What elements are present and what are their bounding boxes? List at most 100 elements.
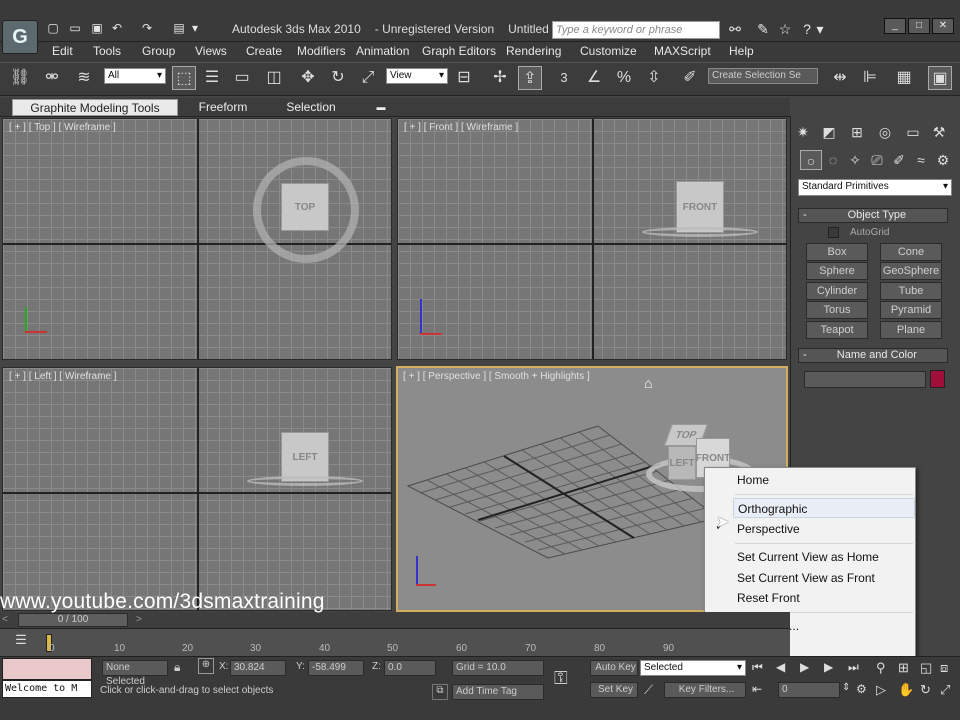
plane-button[interactable]: Plane [880, 321, 942, 339]
window-crossing-icon[interactable]: ◫ [262, 66, 286, 90]
menu-create[interactable]: Create [246, 44, 282, 58]
viewport-left[interactable]: [ + ] [ Left ] [ Wireframe ] LEFT [2, 367, 392, 611]
undo-icon[interactable]: ↶ [108, 20, 126, 36]
sphere-button[interactable]: Sphere [806, 262, 868, 280]
menu-graph-editors[interactable]: Graph Editors [422, 44, 496, 58]
menu-item-home[interactable]: Home [737, 470, 913, 490]
utilities-tab-icon[interactable]: ⚒ [928, 122, 950, 142]
zoom-extents-all-icon[interactable]: ⧈ [940, 660, 948, 676]
field-of-view-icon[interactable]: ▷ [876, 682, 886, 698]
torus-button[interactable]: Torus [806, 301, 868, 319]
layer-manager-icon[interactable]: ▦ [892, 66, 916, 90]
snaps-toggle-icon[interactable]: 3 [552, 66, 576, 90]
menu-animation[interactable]: Animation [356, 44, 409, 58]
name-color-rollout-header[interactable]: - Name and Color [798, 348, 948, 363]
key-tangent-icon[interactable]: ⟋ [644, 682, 653, 698]
play-icon[interactable]: ▶ [800, 660, 809, 674]
zoom-icon[interactable]: ⚲ [876, 660, 886, 676]
bind-space-warp-icon[interactable]: ≋ [72, 66, 96, 90]
hierarchy-tab-icon[interactable]: ⊞ [846, 122, 868, 142]
menu-customize[interactable]: Customize [580, 44, 637, 58]
viewport-front[interactable]: [ + ] [ Front ] [ Wireframe ] FRONT [397, 118, 787, 360]
save-file-icon[interactable]: ▣ [88, 20, 106, 36]
time-configuration-icon[interactable]: ⚙ [856, 682, 867, 696]
menu-item-orthographic[interactable]: Orthographic [733, 498, 915, 518]
angle-snap-icon[interactable]: ∠ [582, 66, 606, 90]
time-tag-icon[interactable]: ⧉ [432, 684, 448, 700]
maximize-button[interactable]: □ [908, 18, 930, 34]
lights-icon[interactable]: ✧ [844, 150, 866, 170]
close-button[interactable]: ✕ [932, 18, 954, 34]
go-to-start-icon[interactable]: ⏮ [752, 660, 763, 675]
viewcube[interactable]: LEFT [281, 432, 329, 482]
modify-tab-icon[interactable]: ◩ [818, 122, 840, 142]
time-slider-next-icon[interactable]: > [136, 614, 142, 625]
menu-group[interactable]: Group [142, 44, 175, 58]
ribbon-options-icon[interactable]: ▬ [374, 99, 388, 116]
keyboard-shortcut-override-icon[interactable]: ⇪ [518, 66, 542, 90]
time-slider-prev-icon[interactable]: < [2, 614, 8, 625]
pivot-center-icon[interactable]: ⊟ [452, 66, 476, 90]
menu-item-reset-front[interactable]: Reset Front [737, 588, 913, 608]
motion-tab-icon[interactable]: ◎ [874, 122, 896, 142]
redo-icon[interactable]: ↷ [138, 20, 156, 36]
time-slider-bar[interactable]: < 0 / 100 > [0, 612, 790, 628]
binoculars-icon[interactable]: ⚯ [724, 20, 746, 38]
tube-button[interactable]: Tube [880, 282, 942, 300]
align-icon[interactable]: ⊫ [858, 66, 882, 90]
viewcube[interactable]: FRONT [676, 181, 724, 233]
maxscript-listener-top[interactable] [2, 658, 92, 680]
minimize-button[interactable]: _ [884, 18, 906, 34]
y-coordinate-field[interactable]: -58.499 [308, 660, 364, 676]
key-mode-dropdown[interactable]: Selected ▾ [640, 660, 746, 676]
object-name-field[interactable] [804, 371, 926, 388]
menu-tools[interactable]: Tools [93, 44, 121, 58]
category-dropdown[interactable]: Standard Primitives ▾ [798, 179, 952, 196]
x-coordinate-field[interactable]: 30.824 [230, 660, 286, 676]
spinner-snap-icon[interactable]: ⇳ [642, 66, 666, 90]
move-icon[interactable]: ✥ [296, 66, 320, 90]
cameras-icon[interactable]: ⎚ [866, 150, 888, 170]
application-button[interactable]: G [2, 20, 38, 54]
cone-button[interactable]: Cone [880, 243, 942, 261]
go-to-end-icon[interactable]: ⏭ [848, 660, 859, 675]
reference-coordinate-dropdown[interactable]: View ▾ [386, 68, 448, 84]
zoom-extents-icon[interactable]: ◱ [920, 660, 932, 676]
key-filters-button[interactable]: Key Filters... [664, 682, 746, 698]
open-file-icon[interactable]: ▭ [66, 20, 84, 36]
help-dropdown-icon[interactable]: ▾ [814, 20, 826, 38]
scale-icon[interactable]: ⤢ [356, 66, 380, 90]
frame-spinner-icon[interactable]: ⇕ [842, 682, 850, 693]
orbit-icon[interactable]: ↻ [920, 682, 931, 698]
menu-help[interactable]: Help [729, 44, 754, 58]
mirror-icon[interactable]: ⇹ [828, 66, 852, 90]
viewport-label[interactable]: [ + ] [ Front ] [ Wireframe ] [404, 122, 518, 133]
object-type-rollout-header[interactable]: - Object Type [798, 208, 948, 223]
current-frame-field[interactable]: 0 [778, 682, 840, 698]
search-input[interactable]: Type a keyword or phrase [552, 21, 720, 39]
autogrid-checkbox[interactable] [828, 227, 839, 238]
previous-frame-icon[interactable]: ◀ [776, 660, 785, 674]
select-manipulate-icon[interactable]: ✢ [488, 66, 512, 90]
menu-edit[interactable]: Edit [52, 44, 73, 58]
viewport-top[interactable]: [ + ] [ Top ] [ Wireframe ] TOP [2, 118, 392, 360]
tab-graphite-modeling-tools[interactable]: Graphite Modeling Tools [12, 99, 178, 116]
pyramid-button[interactable]: Pyramid [880, 301, 942, 319]
select-by-name-icon[interactable]: ☰ [200, 66, 224, 90]
lock-icon[interactable]: 🔒︎ [174, 660, 180, 675]
space-warps-icon[interactable]: ≈ [910, 150, 932, 170]
tools-icon[interactable]: ✎ [752, 20, 774, 38]
menu-item-set-view-home[interactable]: Set Current View as Home [737, 547, 913, 567]
geosphere-button[interactable]: GeoSphere [880, 262, 942, 280]
select-object-icon[interactable]: ⬚ [172, 66, 196, 90]
tab-freeform[interactable]: Freeform [186, 99, 260, 116]
viewport-label[interactable]: [ + ] [ Top ] [ Wireframe ] [9, 122, 116, 133]
selection-filter-dropdown[interactable]: All ▾ [104, 68, 166, 84]
menu-rendering[interactable]: Rendering [506, 44, 561, 58]
quick-access-dropdown-icon[interactable]: ▾ [190, 20, 200, 36]
create-tab-icon[interactable]: ✷ [792, 122, 814, 142]
cylinder-button[interactable]: Cylinder [806, 282, 868, 300]
geometry-icon[interactable]: ○ [800, 150, 822, 170]
key-icon[interactable]: ⚿ [554, 668, 568, 689]
shapes-icon[interactable]: ◌ [822, 150, 844, 170]
